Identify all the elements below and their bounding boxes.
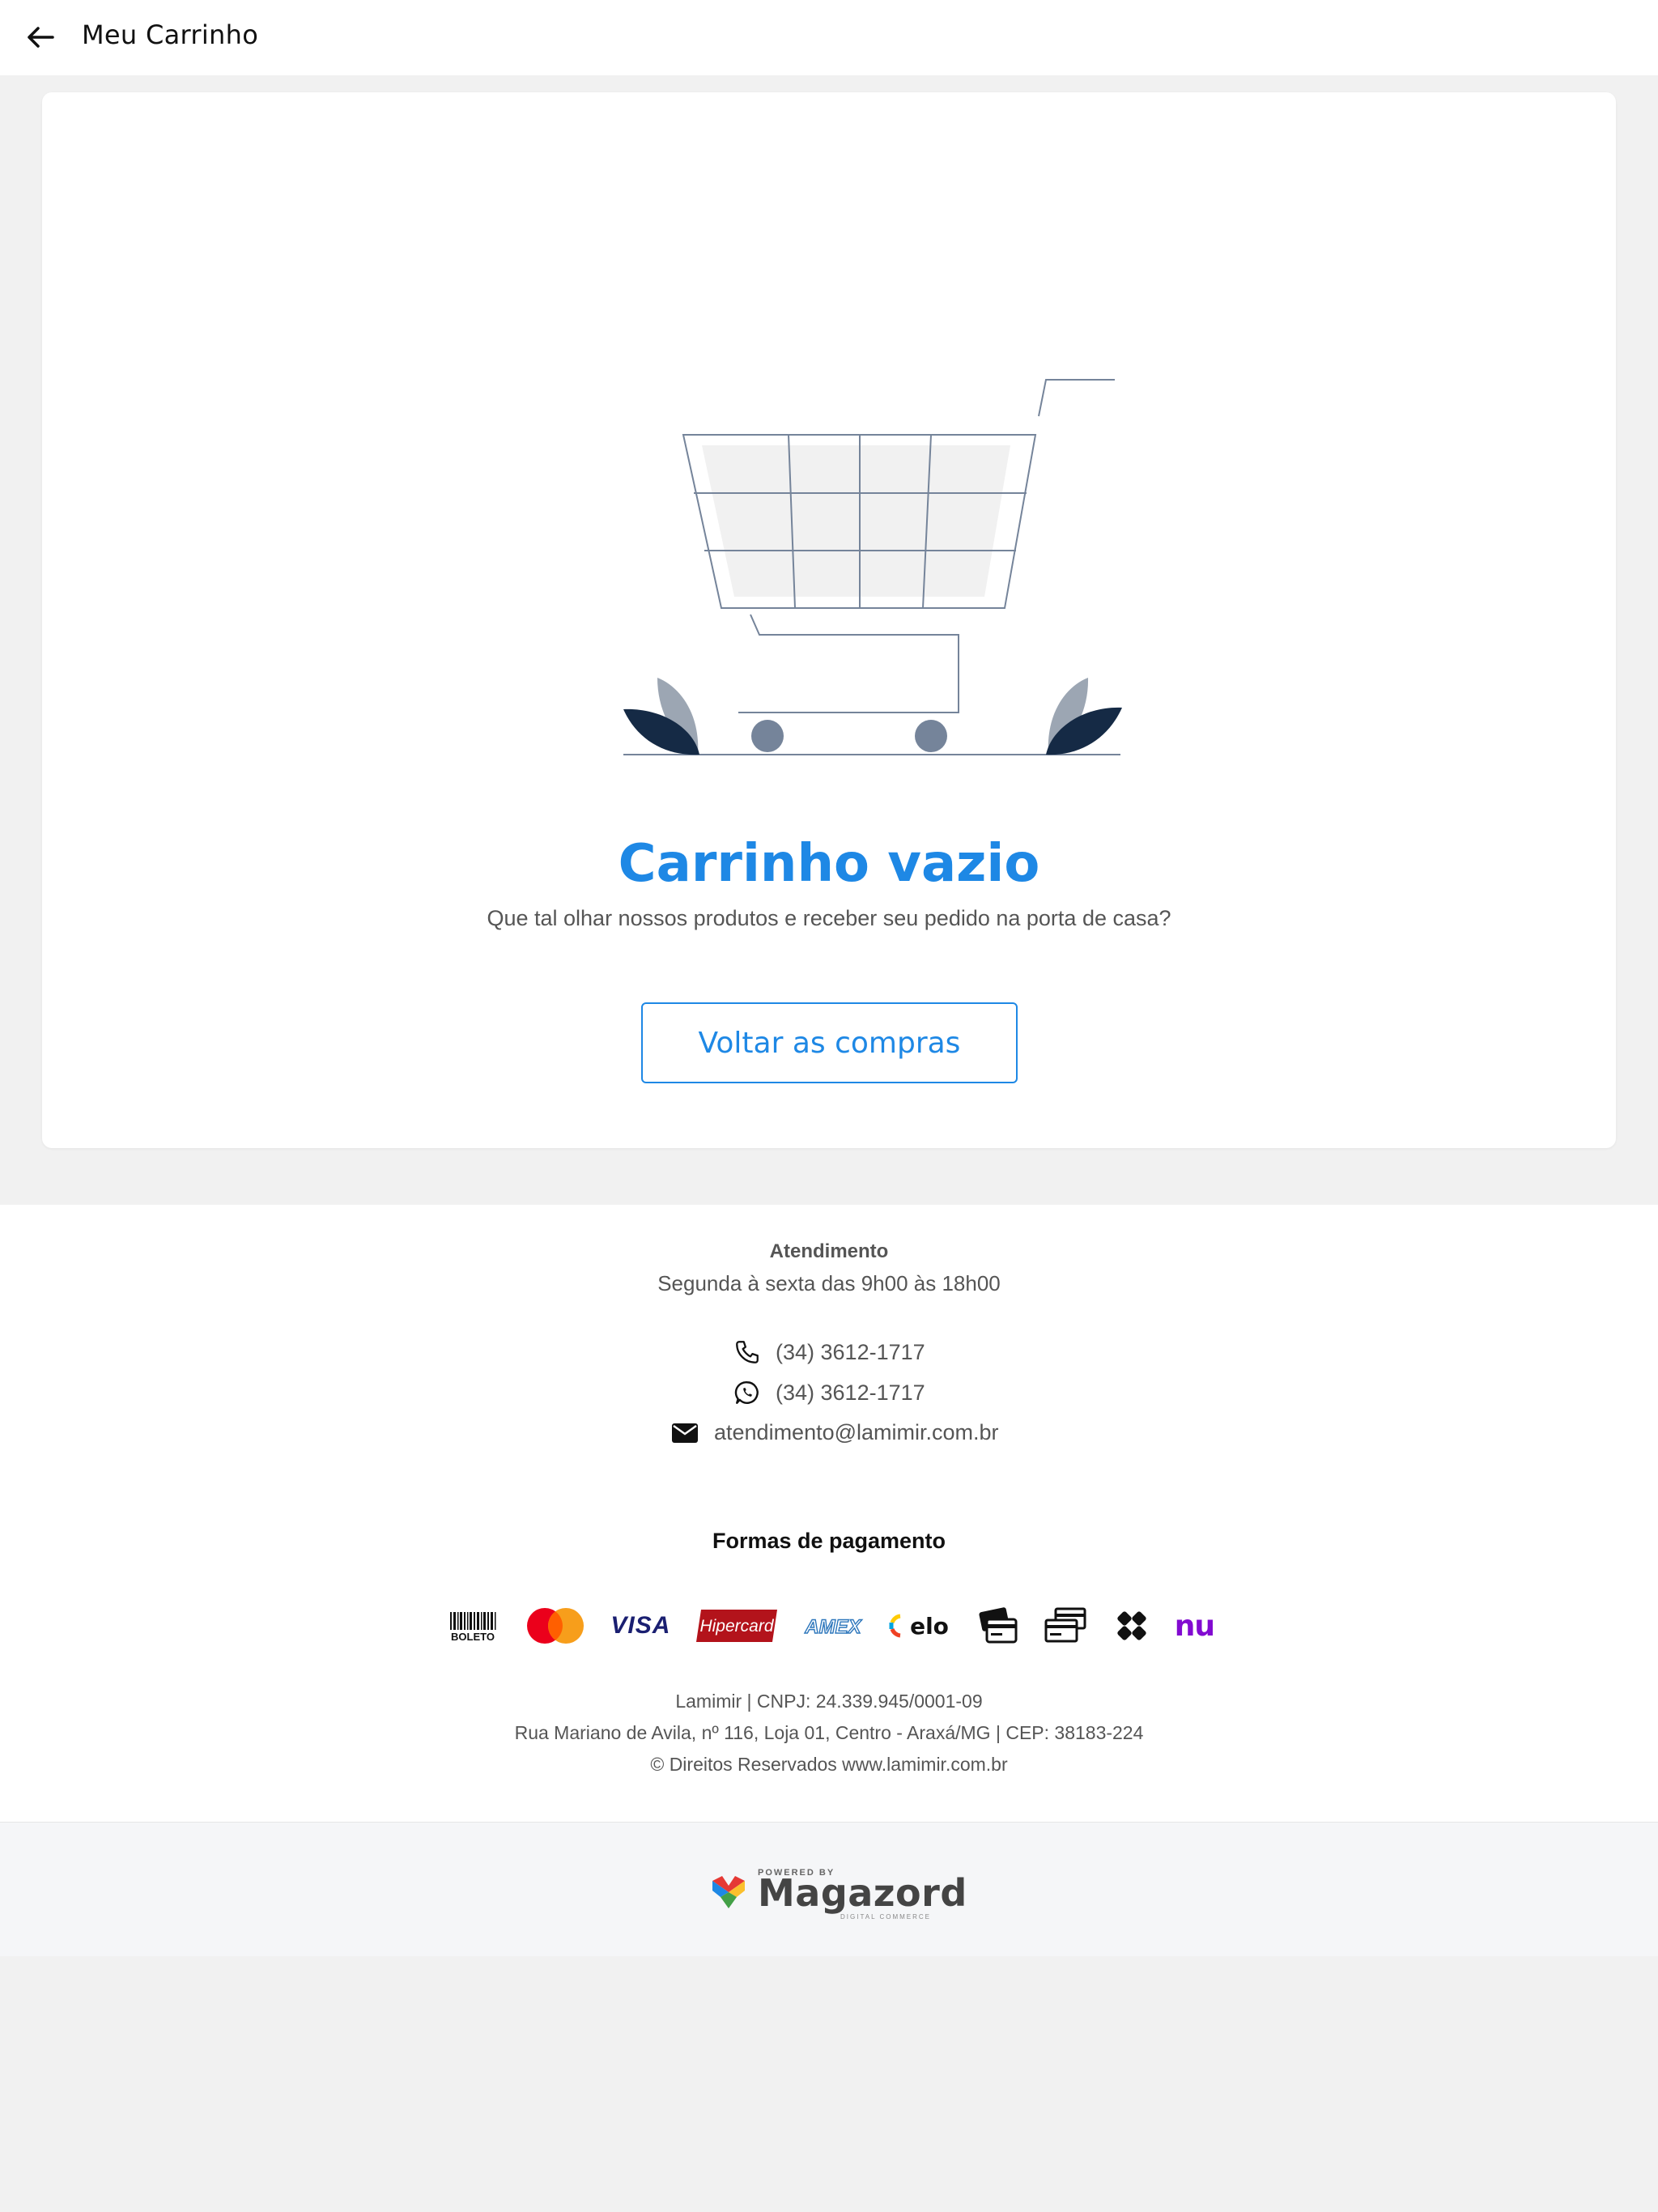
mastercard-icon	[524, 1602, 587, 1650]
phone-icon	[736, 1341, 759, 1363]
whatsapp-number: (34) 3612-1717	[776, 1380, 925, 1405]
boleto-icon: BOLETO	[445, 1602, 500, 1650]
top-bar: Meu Carrinho	[0, 0, 1658, 75]
elo-icon: elo	[887, 1602, 954, 1650]
back-button[interactable]	[23, 21, 58, 53]
magazord-brand: Magazord	[758, 1871, 967, 1915]
support-hours: Segunda à sexta das 9h00 às 18h00	[657, 1271, 1001, 1295]
payment-methods-row: BOLETO VISA Hipercard AMEX elo nu	[445, 1602, 1215, 1650]
amex-label: AMEX	[804, 1616, 862, 1638]
nubank-icon: nu	[1174, 1609, 1215, 1643]
email-contact[interactable]: atendimento@lamimir.com.br	[670, 1420, 999, 1445]
magazord-tagline: DIGITAL COMMERCE	[840, 1913, 932, 1921]
phone-number: (34) 3612-1717	[776, 1339, 925, 1364]
legal-company: Lamimir | CNPJ: 24.339.945/0001-09	[675, 1691, 983, 1712]
hipercard-label: Hipercard	[699, 1617, 774, 1636]
envelope-icon	[672, 1423, 698, 1443]
arrow-left-icon	[28, 27, 54, 48]
pix-icon	[1112, 1602, 1151, 1650]
visa-icon: VISA	[610, 1612, 671, 1639]
empty-cart-subtitle: Que tal olhar nossos produtos e receber …	[487, 906, 1171, 930]
hipercard-icon: Hipercard	[695, 1602, 779, 1650]
back-to-shopping-button[interactable]: Voltar as compras	[641, 1002, 1018, 1083]
empty-cart-card: Carrinho vazio Que tal olhar nossos prod…	[42, 92, 1616, 1148]
empty-cart-title: Carrinho vazio	[618, 834, 1040, 894]
support-title: Atendimento	[769, 1240, 889, 1262]
phone-contact[interactable]: (34) 3612-1717	[733, 1338, 925, 1366]
legal-rights: © Direitos Reservados www.lamimir.com.br	[650, 1754, 1008, 1775]
payment-methods-title: Formas de pagamento	[712, 1529, 946, 1553]
credit-card-icon	[977, 1602, 1019, 1650]
page-title: Meu Carrinho	[82, 19, 259, 50]
magazord-logo[interactable]: POWERED BY Magazord DIGITAL COMMERCE	[711, 1863, 967, 1921]
boleto-label: BOLETO	[451, 1631, 495, 1643]
elo-label: elo	[910, 1613, 949, 1640]
legal-address: Rua Mariano de Avila, nº 116, Loja 01, C…	[514, 1722, 1144, 1743]
footer: Atendimento Segunda à sexta das 9h00 às …	[0, 1205, 1658, 1822]
amex-icon: AMEX	[802, 1602, 864, 1650]
debit-card-icon	[1043, 1602, 1088, 1650]
magazord-m-icon	[712, 1876, 745, 1908]
empty-cart-illustration	[623, 379, 1122, 755]
whatsapp-contact[interactable]: (34) 3612-1717	[733, 1379, 925, 1406]
powered-by-bar: POWERED BY Magazord DIGITAL COMMERCE	[0, 1822, 1658, 1956]
whatsapp-icon	[734, 1381, 759, 1404]
email-address: atendimento@lamimir.com.br	[714, 1420, 999, 1444]
